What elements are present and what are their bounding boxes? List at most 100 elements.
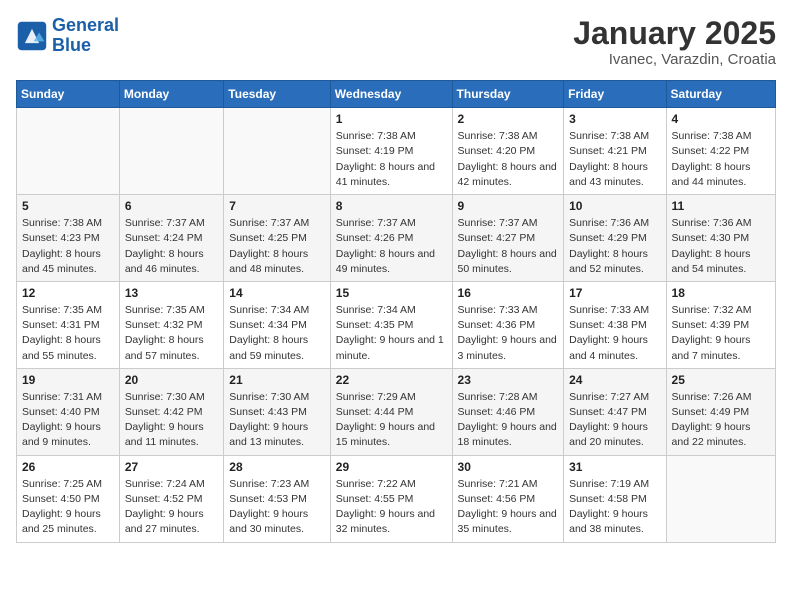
calendar-week-row: 5 Sunrise: 7:38 AM Sunset: 4:23 PM Daylig… [17,195,776,282]
day-detail: Sunrise: 7:34 AM Sunset: 4:34 PM Dayligh… [229,303,324,364]
title-block: January 2025 Ivanec, Varazdin, Croatia [573,16,776,68]
calendar-week-row: 26 Sunrise: 7:25 AM Sunset: 4:50 PM Dayli… [17,455,776,542]
calendar-cell [119,108,223,195]
day-number: 11 [672,199,770,213]
day-detail: Sunrise: 7:37 AM Sunset: 4:27 PM Dayligh… [458,216,559,277]
day-detail: Sunrise: 7:29 AM Sunset: 4:44 PM Dayligh… [336,390,447,451]
day-number: 8 [336,199,447,213]
calendar-cell: 22 Sunrise: 7:29 AM Sunset: 4:44 PM Dayli… [330,368,452,455]
weekday-header: Thursday [452,81,564,108]
day-number: 2 [458,112,559,126]
day-detail: Sunrise: 7:26 AM Sunset: 4:49 PM Dayligh… [672,390,770,451]
calendar-header: SundayMondayTuesdayWednesdayThursdayFrid… [17,81,776,108]
day-number: 5 [22,199,114,213]
calendar-cell: 6 Sunrise: 7:37 AM Sunset: 4:24 PM Daylig… [119,195,223,282]
calendar-cell: 14 Sunrise: 7:34 AM Sunset: 4:34 PM Dayli… [224,281,330,368]
calendar-cell: 12Sunrise: 7:35 AM Sunset: 4:31 PM Dayli… [17,281,120,368]
calendar-cell: 24 Sunrise: 7:27 AM Sunset: 4:47 PM Dayli… [564,368,666,455]
day-number: 30 [458,460,559,474]
day-detail: Sunrise: 7:33 AM Sunset: 4:36 PM Dayligh… [458,303,559,364]
day-number: 20 [125,373,218,387]
calendar-cell: 16 Sunrise: 7:33 AM Sunset: 4:36 PM Dayli… [452,281,564,368]
calendar-cell: 21 Sunrise: 7:30 AM Sunset: 4:43 PM Dayli… [224,368,330,455]
calendar-cell: 26 Sunrise: 7:25 AM Sunset: 4:50 PM Dayli… [17,455,120,542]
calendar-cell: 29 Sunrise: 7:22 AM Sunset: 4:55 PM Dayli… [330,455,452,542]
day-detail: Sunrise: 7:22 AM Sunset: 4:55 PM Dayligh… [336,477,447,538]
day-detail: Sunrise: 7:23 AM Sunset: 4:53 PM Dayligh… [229,477,324,538]
weekday-header: Friday [564,81,666,108]
calendar-cell: 25Sunrise: 7:26 AM Sunset: 4:49 PM Dayli… [666,368,775,455]
day-number: 27 [125,460,218,474]
calendar-subtitle: Ivanec, Varazdin, Croatia [573,51,776,68]
day-number: 6 [125,199,218,213]
day-number: 19 [22,373,114,387]
calendar-table: SundayMondayTuesdayWednesdayThursdayFrid… [16,80,776,542]
calendar-cell: 5 Sunrise: 7:38 AM Sunset: 4:23 PM Daylig… [17,195,120,282]
calendar-cell [17,108,120,195]
calendar-cell: 1Sunrise: 7:38 AM Sunset: 4:19 PM Daylig… [330,108,452,195]
day-detail: Sunrise: 7:33 AM Sunset: 4:38 PM Dayligh… [569,303,660,364]
calendar-cell: 28 Sunrise: 7:23 AM Sunset: 4:53 PM Dayli… [224,455,330,542]
calendar-cell: 19 Sunrise: 7:31 AM Sunset: 4:40 PM Dayli… [17,368,120,455]
day-detail: Sunrise: 7:38 AM Sunset: 4:23 PM Dayligh… [22,216,114,277]
day-detail: Sunrise: 7:35 AM Sunset: 4:32 PM Dayligh… [125,303,218,364]
day-number: 9 [458,199,559,213]
day-detail: Sunrise: 7:38 AM Sunset: 4:22 PM Dayligh… [672,129,770,190]
calendar-cell: 18 Sunrise: 7:32 AM Sunset: 4:39 PM Dayli… [666,281,775,368]
day-number: 26 [22,460,114,474]
calendar-week-row: 19 Sunrise: 7:31 AM Sunset: 4:40 PM Dayli… [17,368,776,455]
calendar-title: January 2025 [573,16,776,51]
weekday-header: Saturday [666,81,775,108]
day-detail: Sunrise: 7:30 AM Sunset: 4:42 PM Dayligh… [125,390,218,451]
calendar-cell [224,108,330,195]
calendar-cell: 13Sunrise: 7:35 AM Sunset: 4:32 PM Dayli… [119,281,223,368]
day-detail: Sunrise: 7:38 AM Sunset: 4:21 PM Dayligh… [569,129,660,190]
day-number: 22 [336,373,447,387]
day-detail: Sunrise: 7:36 AM Sunset: 4:29 PM Dayligh… [569,216,660,277]
calendar-cell: 23Sunrise: 7:28 AM Sunset: 4:46 PM Dayli… [452,368,564,455]
calendar-cell [666,455,775,542]
logo-text: General Blue [52,16,119,56]
day-detail: Sunrise: 7:34 AM Sunset: 4:35 PM Dayligh… [336,303,447,364]
page-header: General Blue January 2025 Ivanec, Varazd… [16,16,776,68]
day-detail: Sunrise: 7:38 AM Sunset: 4:20 PM Dayligh… [458,129,559,190]
day-number: 23 [458,373,559,387]
day-number: 16 [458,286,559,300]
day-detail: Sunrise: 7:32 AM Sunset: 4:39 PM Dayligh… [672,303,770,364]
day-number: 24 [569,373,660,387]
calendar-cell: 2 Sunrise: 7:38 AM Sunset: 4:20 PM Daylig… [452,108,564,195]
day-number: 18 [672,286,770,300]
calendar-cell: 27 Sunrise: 7:24 AM Sunset: 4:52 PM Dayli… [119,455,223,542]
day-number: 28 [229,460,324,474]
calendar-cell: 4Sunrise: 7:38 AM Sunset: 4:22 PM Daylig… [666,108,775,195]
day-detail: Sunrise: 7:31 AM Sunset: 4:40 PM Dayligh… [22,390,114,451]
day-detail: Sunrise: 7:27 AM Sunset: 4:47 PM Dayligh… [569,390,660,451]
calendar-cell: 7Sunrise: 7:37 AM Sunset: 4:25 PM Daylig… [224,195,330,282]
calendar-cell: 17Sunrise: 7:33 AM Sunset: 4:38 PM Dayli… [564,281,666,368]
day-detail: Sunrise: 7:36 AM Sunset: 4:30 PM Dayligh… [672,216,770,277]
day-detail: Sunrise: 7:25 AM Sunset: 4:50 PM Dayligh… [22,477,114,538]
day-detail: Sunrise: 7:30 AM Sunset: 4:43 PM Dayligh… [229,390,324,451]
day-detail: Sunrise: 7:37 AM Sunset: 4:26 PM Dayligh… [336,216,447,277]
day-number: 29 [336,460,447,474]
calendar-week-row: 1Sunrise: 7:38 AM Sunset: 4:19 PM Daylig… [17,108,776,195]
day-detail: Sunrise: 7:37 AM Sunset: 4:24 PM Dayligh… [125,216,218,277]
day-detail: Sunrise: 7:24 AM Sunset: 4:52 PM Dayligh… [125,477,218,538]
calendar-body: 1Sunrise: 7:38 AM Sunset: 4:19 PM Daylig… [17,108,776,542]
logo: General Blue [16,16,119,56]
weekday-header: Wednesday [330,81,452,108]
day-number: 21 [229,373,324,387]
calendar-cell: 9 Sunrise: 7:37 AM Sunset: 4:27 PM Daylig… [452,195,564,282]
weekday-header: Monday [119,81,223,108]
day-detail: Sunrise: 7:19 AM Sunset: 4:58 PM Dayligh… [569,477,660,538]
calendar-cell: 8 Sunrise: 7:37 AM Sunset: 4:26 PM Daylig… [330,195,452,282]
day-detail: Sunrise: 7:38 AM Sunset: 4:19 PM Dayligh… [336,129,447,190]
day-detail: Sunrise: 7:21 AM Sunset: 4:56 PM Dayligh… [458,477,559,538]
day-number: 14 [229,286,324,300]
calendar-week-row: 12Sunrise: 7:35 AM Sunset: 4:31 PM Dayli… [17,281,776,368]
day-number: 7 [229,199,324,213]
day-number: 31 [569,460,660,474]
day-number: 3 [569,112,660,126]
calendar-cell: 3 Sunrise: 7:38 AM Sunset: 4:21 PM Daylig… [564,108,666,195]
calendar-cell: 15Sunrise: 7:34 AM Sunset: 4:35 PM Dayli… [330,281,452,368]
